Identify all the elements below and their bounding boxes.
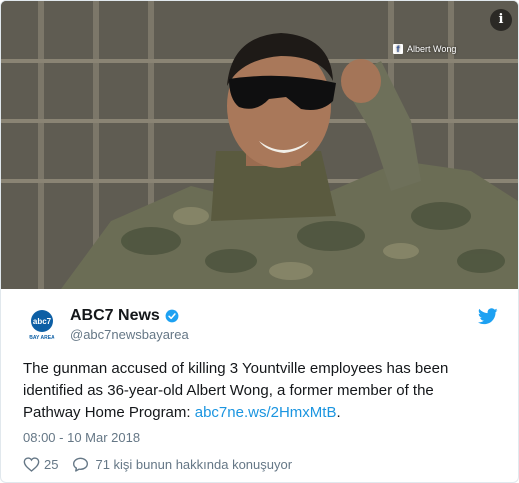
tweet-photo[interactable]: f Albert Wong i <box>1 1 518 289</box>
verified-badge-icon <box>165 309 179 322</box>
display-name[interactable]: ABC7 News <box>70 307 160 325</box>
user-handle[interactable]: @abc7newsbayarea <box>70 327 189 342</box>
info-icon[interactable]: i <box>490 9 512 31</box>
twitter-bird-icon[interactable] <box>478 308 498 325</box>
heart-icon[interactable] <box>23 457 40 472</box>
abc7-logo-icon: abc7 BAY AREA <box>23 305 61 343</box>
embedded-tweet-card: f Albert Wong i abc7 BAY AREA ABC7 News … <box>0 0 519 483</box>
tweet-link[interactable]: abc7ne.ws/2HmxMtB <box>195 404 337 421</box>
svg-text:abc7: abc7 <box>33 317 52 326</box>
photo-credit: f Albert Wong <box>393 42 456 56</box>
tweet-text: The gunman accused of killing 3 Yountvil… <box>23 358 493 424</box>
like-count[interactable]: 25 <box>44 457 58 472</box>
tweet-link-suffix: . <box>336 404 341 421</box>
facebook-icon: f <box>393 44 403 54</box>
tweet-timestamp[interactable]: 08:00 - 10 Mar 2018 <box>23 430 140 445</box>
author-names: ABC7 News @abc7newsbayarea <box>70 307 189 342</box>
reply-bubble-icon[interactable] <box>72 457 89 472</box>
avatar[interactable]: abc7 BAY AREA <box>23 305 61 343</box>
tweet-actions: 25 71 kişi bunun hakkında konuşuyor <box>23 457 292 472</box>
svg-text:BAY AREA: BAY AREA <box>29 335 55 341</box>
name-row: ABC7 News <box>70 307 189 325</box>
reply-count-text[interactable]: 71 kişi bunun hakkında konuşuyor <box>95 457 292 472</box>
photo-credit-text: Albert Wong <box>407 44 457 54</box>
tweet-author[interactable]: abc7 BAY AREA ABC7 News @abc7newsbayarea <box>23 305 189 343</box>
